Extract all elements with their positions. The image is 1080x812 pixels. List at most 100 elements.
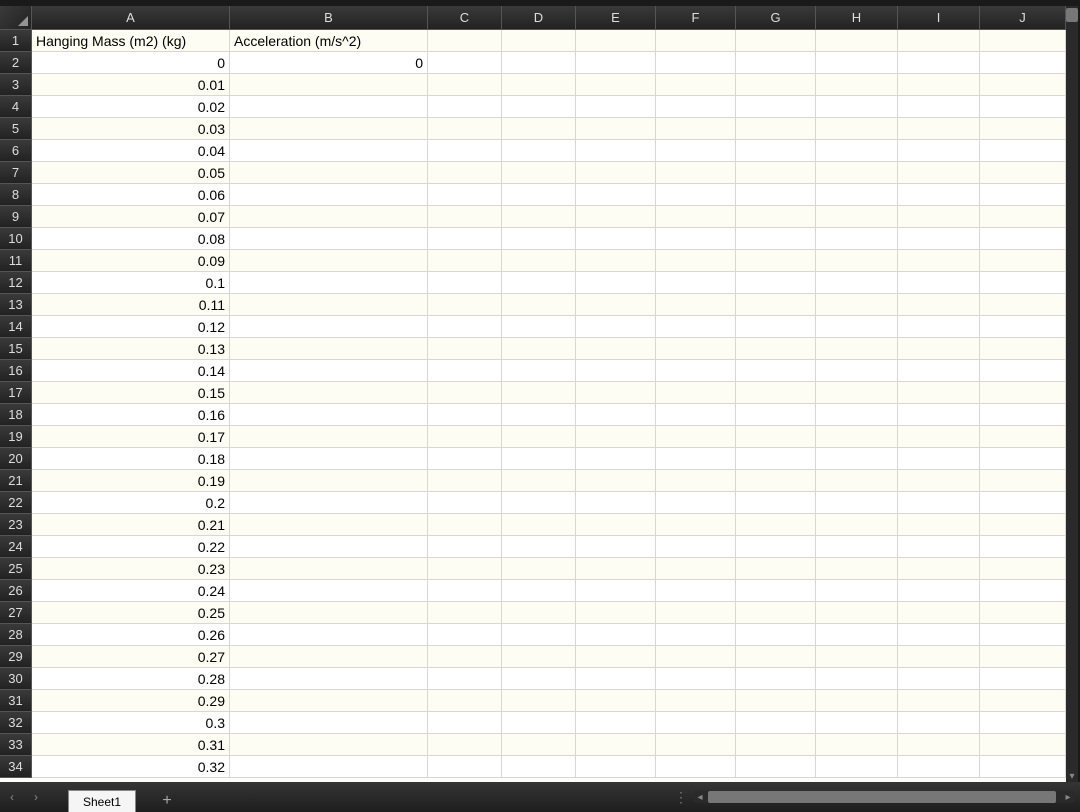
cell-B20[interactable] xyxy=(230,448,428,470)
cell-A18[interactable]: 0.16 xyxy=(32,404,230,426)
cell-E34[interactable] xyxy=(576,756,656,778)
cell-I20[interactable] xyxy=(898,448,980,470)
cell-H28[interactable] xyxy=(816,624,898,646)
cell-A28[interactable]: 0.26 xyxy=(32,624,230,646)
cell-G19[interactable] xyxy=(736,426,816,448)
cell-D20[interactable] xyxy=(502,448,576,470)
cell-B16[interactable] xyxy=(230,360,428,382)
cell-B3[interactable] xyxy=(230,74,428,96)
cell-A16[interactable]: 0.14 xyxy=(32,360,230,382)
cell-B10[interactable] xyxy=(230,228,428,250)
cell-E20[interactable] xyxy=(576,448,656,470)
cell-D22[interactable] xyxy=(502,492,576,514)
cell-C9[interactable] xyxy=(428,206,502,228)
cell-A8[interactable]: 0.06 xyxy=(32,184,230,206)
cell-I13[interactable] xyxy=(898,294,980,316)
row-header-17[interactable]: 17 xyxy=(0,382,32,404)
cell-A33[interactable]: 0.31 xyxy=(32,734,230,756)
cell-G26[interactable] xyxy=(736,580,816,602)
cell-A13[interactable]: 0.11 xyxy=(32,294,230,316)
cell-H30[interactable] xyxy=(816,668,898,690)
cell-B15[interactable] xyxy=(230,338,428,360)
vertical-scroll-thumb[interactable] xyxy=(1066,8,1078,22)
cell-E19[interactable] xyxy=(576,426,656,448)
cell-D7[interactable] xyxy=(502,162,576,184)
cell-D13[interactable] xyxy=(502,294,576,316)
cell-J22[interactable] xyxy=(980,492,1066,514)
cell-H21[interactable] xyxy=(816,470,898,492)
cell-I33[interactable] xyxy=(898,734,980,756)
cell-C8[interactable] xyxy=(428,184,502,206)
cell-B17[interactable] xyxy=(230,382,428,404)
cell-J3[interactable] xyxy=(980,74,1066,96)
column-header-G[interactable]: G xyxy=(736,6,816,30)
cell-A3[interactable]: 0.01 xyxy=(32,74,230,96)
cell-B14[interactable] xyxy=(230,316,428,338)
cell-G22[interactable] xyxy=(736,492,816,514)
cell-C11[interactable] xyxy=(428,250,502,272)
cell-I3[interactable] xyxy=(898,74,980,96)
cell-J18[interactable] xyxy=(980,404,1066,426)
cell-D6[interactable] xyxy=(502,140,576,162)
cell-F3[interactable] xyxy=(656,74,736,96)
cell-F17[interactable] xyxy=(656,382,736,404)
cell-F2[interactable] xyxy=(656,52,736,74)
cell-D16[interactable] xyxy=(502,360,576,382)
cell-J17[interactable] xyxy=(980,382,1066,404)
cell-J10[interactable] xyxy=(980,228,1066,250)
cell-I21[interactable] xyxy=(898,470,980,492)
cell-F1[interactable] xyxy=(656,30,736,52)
add-sheet-button[interactable]: + xyxy=(154,790,180,812)
row-header-2[interactable]: 2 xyxy=(0,52,32,74)
cell-H31[interactable] xyxy=(816,690,898,712)
cell-H5[interactable] xyxy=(816,118,898,140)
cell-I24[interactable] xyxy=(898,536,980,558)
row-header-21[interactable]: 21 xyxy=(0,470,32,492)
cell-D28[interactable] xyxy=(502,624,576,646)
cell-I29[interactable] xyxy=(898,646,980,668)
cell-H33[interactable] xyxy=(816,734,898,756)
cell-E27[interactable] xyxy=(576,602,656,624)
cell-C23[interactable] xyxy=(428,514,502,536)
cell-C21[interactable] xyxy=(428,470,502,492)
cell-E11[interactable] xyxy=(576,250,656,272)
cell-H25[interactable] xyxy=(816,558,898,580)
cell-A12[interactable]: 0.1 xyxy=(32,272,230,294)
row-header-34[interactable]: 34 xyxy=(0,756,32,778)
cell-I19[interactable] xyxy=(898,426,980,448)
column-header-A[interactable]: A xyxy=(32,6,230,30)
cell-C34[interactable] xyxy=(428,756,502,778)
cell-F13[interactable] xyxy=(656,294,736,316)
column-header-B[interactable]: B xyxy=(230,6,428,30)
cell-G8[interactable] xyxy=(736,184,816,206)
scroll-right-icon[interactable]: ▸ xyxy=(1062,791,1074,803)
row-header-10[interactable]: 10 xyxy=(0,228,32,250)
cell-J16[interactable] xyxy=(980,360,1066,382)
cell-C18[interactable] xyxy=(428,404,502,426)
cell-G4[interactable] xyxy=(736,96,816,118)
cell-J25[interactable] xyxy=(980,558,1066,580)
cell-B29[interactable] xyxy=(230,646,428,668)
cell-F11[interactable] xyxy=(656,250,736,272)
cell-A19[interactable]: 0.17 xyxy=(32,426,230,448)
cell-E33[interactable] xyxy=(576,734,656,756)
column-header-I[interactable]: I xyxy=(898,6,980,30)
cell-A23[interactable]: 0.21 xyxy=(32,514,230,536)
cell-F23[interactable] xyxy=(656,514,736,536)
row-header-5[interactable]: 5 xyxy=(0,118,32,140)
cell-F16[interactable] xyxy=(656,360,736,382)
cell-H1[interactable] xyxy=(816,30,898,52)
cell-D14[interactable] xyxy=(502,316,576,338)
cell-E9[interactable] xyxy=(576,206,656,228)
cell-G3[interactable] xyxy=(736,74,816,96)
cell-H13[interactable] xyxy=(816,294,898,316)
cell-B5[interactable] xyxy=(230,118,428,140)
cell-I25[interactable] xyxy=(898,558,980,580)
cell-D27[interactable] xyxy=(502,602,576,624)
cell-I11[interactable] xyxy=(898,250,980,272)
cell-J12[interactable] xyxy=(980,272,1066,294)
row-header-32[interactable]: 32 xyxy=(0,712,32,734)
cell-I10[interactable] xyxy=(898,228,980,250)
cell-H9[interactable] xyxy=(816,206,898,228)
cell-C19[interactable] xyxy=(428,426,502,448)
